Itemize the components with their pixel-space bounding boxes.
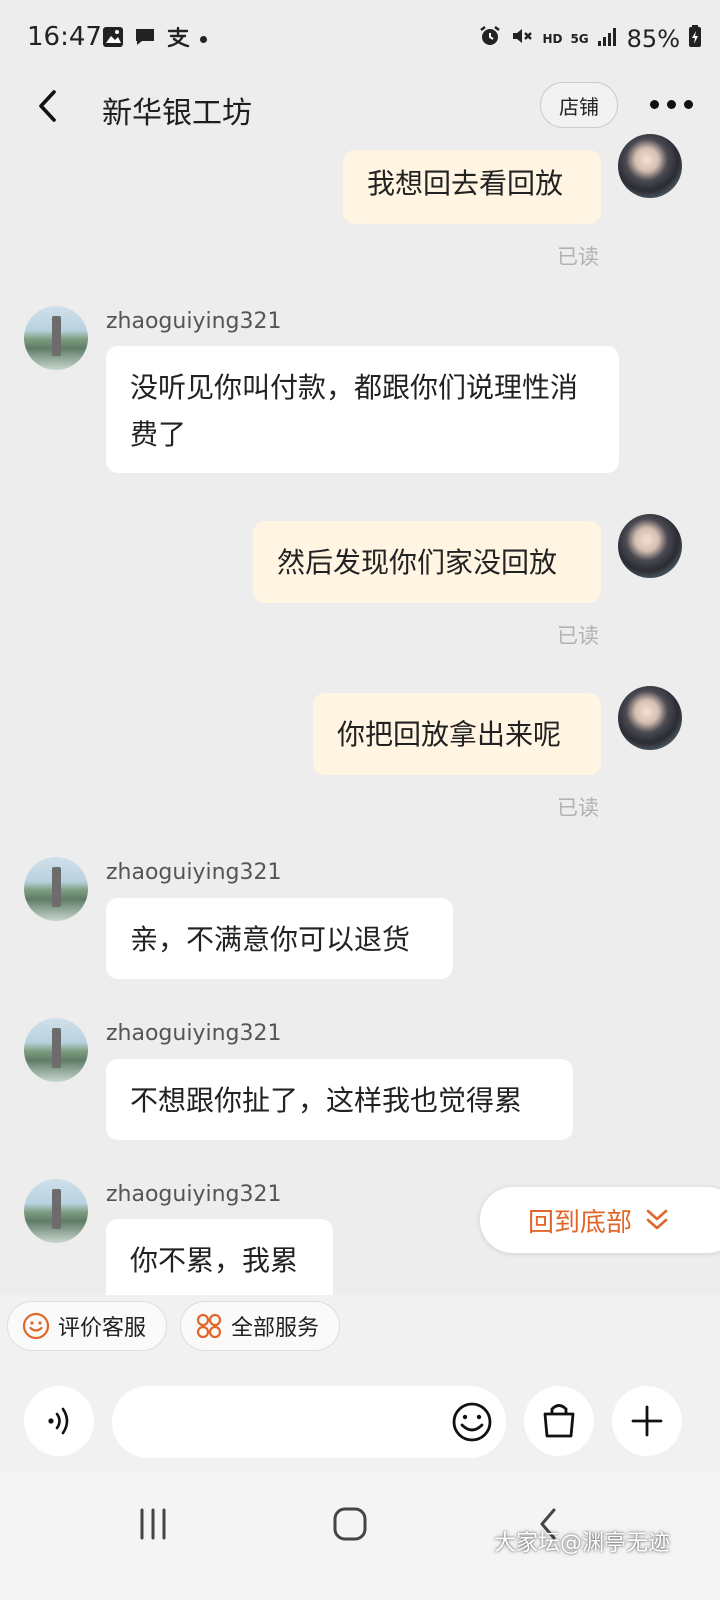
image-icon: [102, 26, 124, 52]
back-button[interactable]: [30, 84, 70, 128]
sender-name: zhaoguiying321: [106, 1021, 282, 1046]
service-shortcuts: 评价客服 全部服务: [0, 1295, 720, 1361]
my-avatar[interactable]: [618, 514, 682, 578]
chat-icon: [134, 26, 156, 52]
rate-service-button[interactable]: 评价客服: [7, 1301, 167, 1351]
more-menu-button[interactable]: [650, 100, 693, 109]
more-dot-icon: [650, 100, 659, 109]
hd-icon: HD: [542, 32, 563, 46]
home-button[interactable]: [330, 1502, 370, 1546]
shop-avatar[interactable]: [24, 306, 88, 370]
emoji-button[interactable]: [450, 1400, 494, 1444]
scroll-to-bottom-button[interactable]: 回到底部: [480, 1187, 720, 1253]
message-bubble[interactable]: 亲，不满意你可以退货: [106, 898, 453, 979]
home-icon: [333, 1507, 367, 1541]
status-time: 16:47: [27, 22, 102, 52]
scroll-to-bottom-label: 回到底部: [528, 1207, 633, 1238]
more-actions-button[interactable]: [612, 1386, 682, 1456]
voice-button[interactable]: [24, 1386, 94, 1456]
signal-icon: [597, 25, 619, 53]
watermark: 大家坛@渊亭无迹: [494, 1531, 671, 1556]
alarm-icon: [478, 24, 502, 54]
read-receipt: 已读: [557, 624, 599, 648]
battery-icon: [688, 24, 702, 54]
shop-avatar[interactable]: [24, 1018, 88, 1082]
alipay-icon: [166, 26, 190, 52]
more-dot-icon: [684, 100, 693, 109]
shop-avatar[interactable]: [24, 857, 88, 921]
voice-icon: [48, 1407, 69, 1435]
my-avatar[interactable]: [618, 686, 682, 750]
all-services-label: 全部服务: [231, 1316, 320, 1341]
message-input[interactable]: [112, 1386, 506, 1458]
more-dot-icon: [667, 100, 676, 109]
dot-icon: [200, 35, 207, 43]
recent-apps-button[interactable]: [134, 1504, 174, 1544]
read-receipt: 已读: [557, 796, 599, 820]
smiley-icon: [22, 1312, 50, 1340]
back-arrow-icon: [39, 90, 56, 122]
all-services-button[interactable]: 全部服务: [180, 1301, 340, 1351]
shopping-bag-icon: [543, 1404, 575, 1438]
grid-icon: [196, 1313, 222, 1339]
5g-icon: 5G: [570, 32, 589, 46]
input-bar: [0, 1362, 720, 1472]
message-bubble[interactable]: 我想回去看回放: [343, 150, 601, 224]
battery-text: 85%: [626, 25, 680, 53]
message-bubble[interactable]: 你不累，我累: [106, 1219, 333, 1295]
recent-apps-icon: [140, 1508, 166, 1540]
my-avatar[interactable]: [618, 134, 682, 198]
sender-name: zhaoguiying321: [106, 1182, 282, 1207]
message-bubble[interactable]: 没听见你叫付款，都跟你们说理性消费了: [106, 346, 619, 473]
shop-avatar[interactable]: [24, 1179, 88, 1243]
message-bubble[interactable]: 然后发现你们家没回放: [253, 521, 601, 603]
double-chevron-down-icon: [646, 1209, 668, 1230]
message-bubble[interactable]: 你把回放拿出来呢: [313, 693, 601, 775]
goods-button[interactable]: [524, 1386, 594, 1456]
status-bar: 16:47 HD 5G 85%: [0, 0, 720, 80]
chat-header: 新华银工坊 店铺: [0, 70, 720, 150]
page-title: 新华银工坊: [102, 96, 252, 131]
shop-button[interactable]: 店铺: [540, 82, 618, 128]
emoji-icon: [452, 1402, 492, 1442]
mute-icon: [510, 24, 534, 54]
read-receipt: 已读: [557, 245, 599, 269]
rate-service-label: 评价客服: [58, 1316, 147, 1341]
message-bubble[interactable]: 不想跟你扯了，这样我也觉得累: [106, 1059, 573, 1140]
plus-icon: [631, 1405, 663, 1437]
sender-name: zhaoguiying321: [106, 309, 282, 334]
sender-name: zhaoguiying321: [106, 860, 282, 885]
